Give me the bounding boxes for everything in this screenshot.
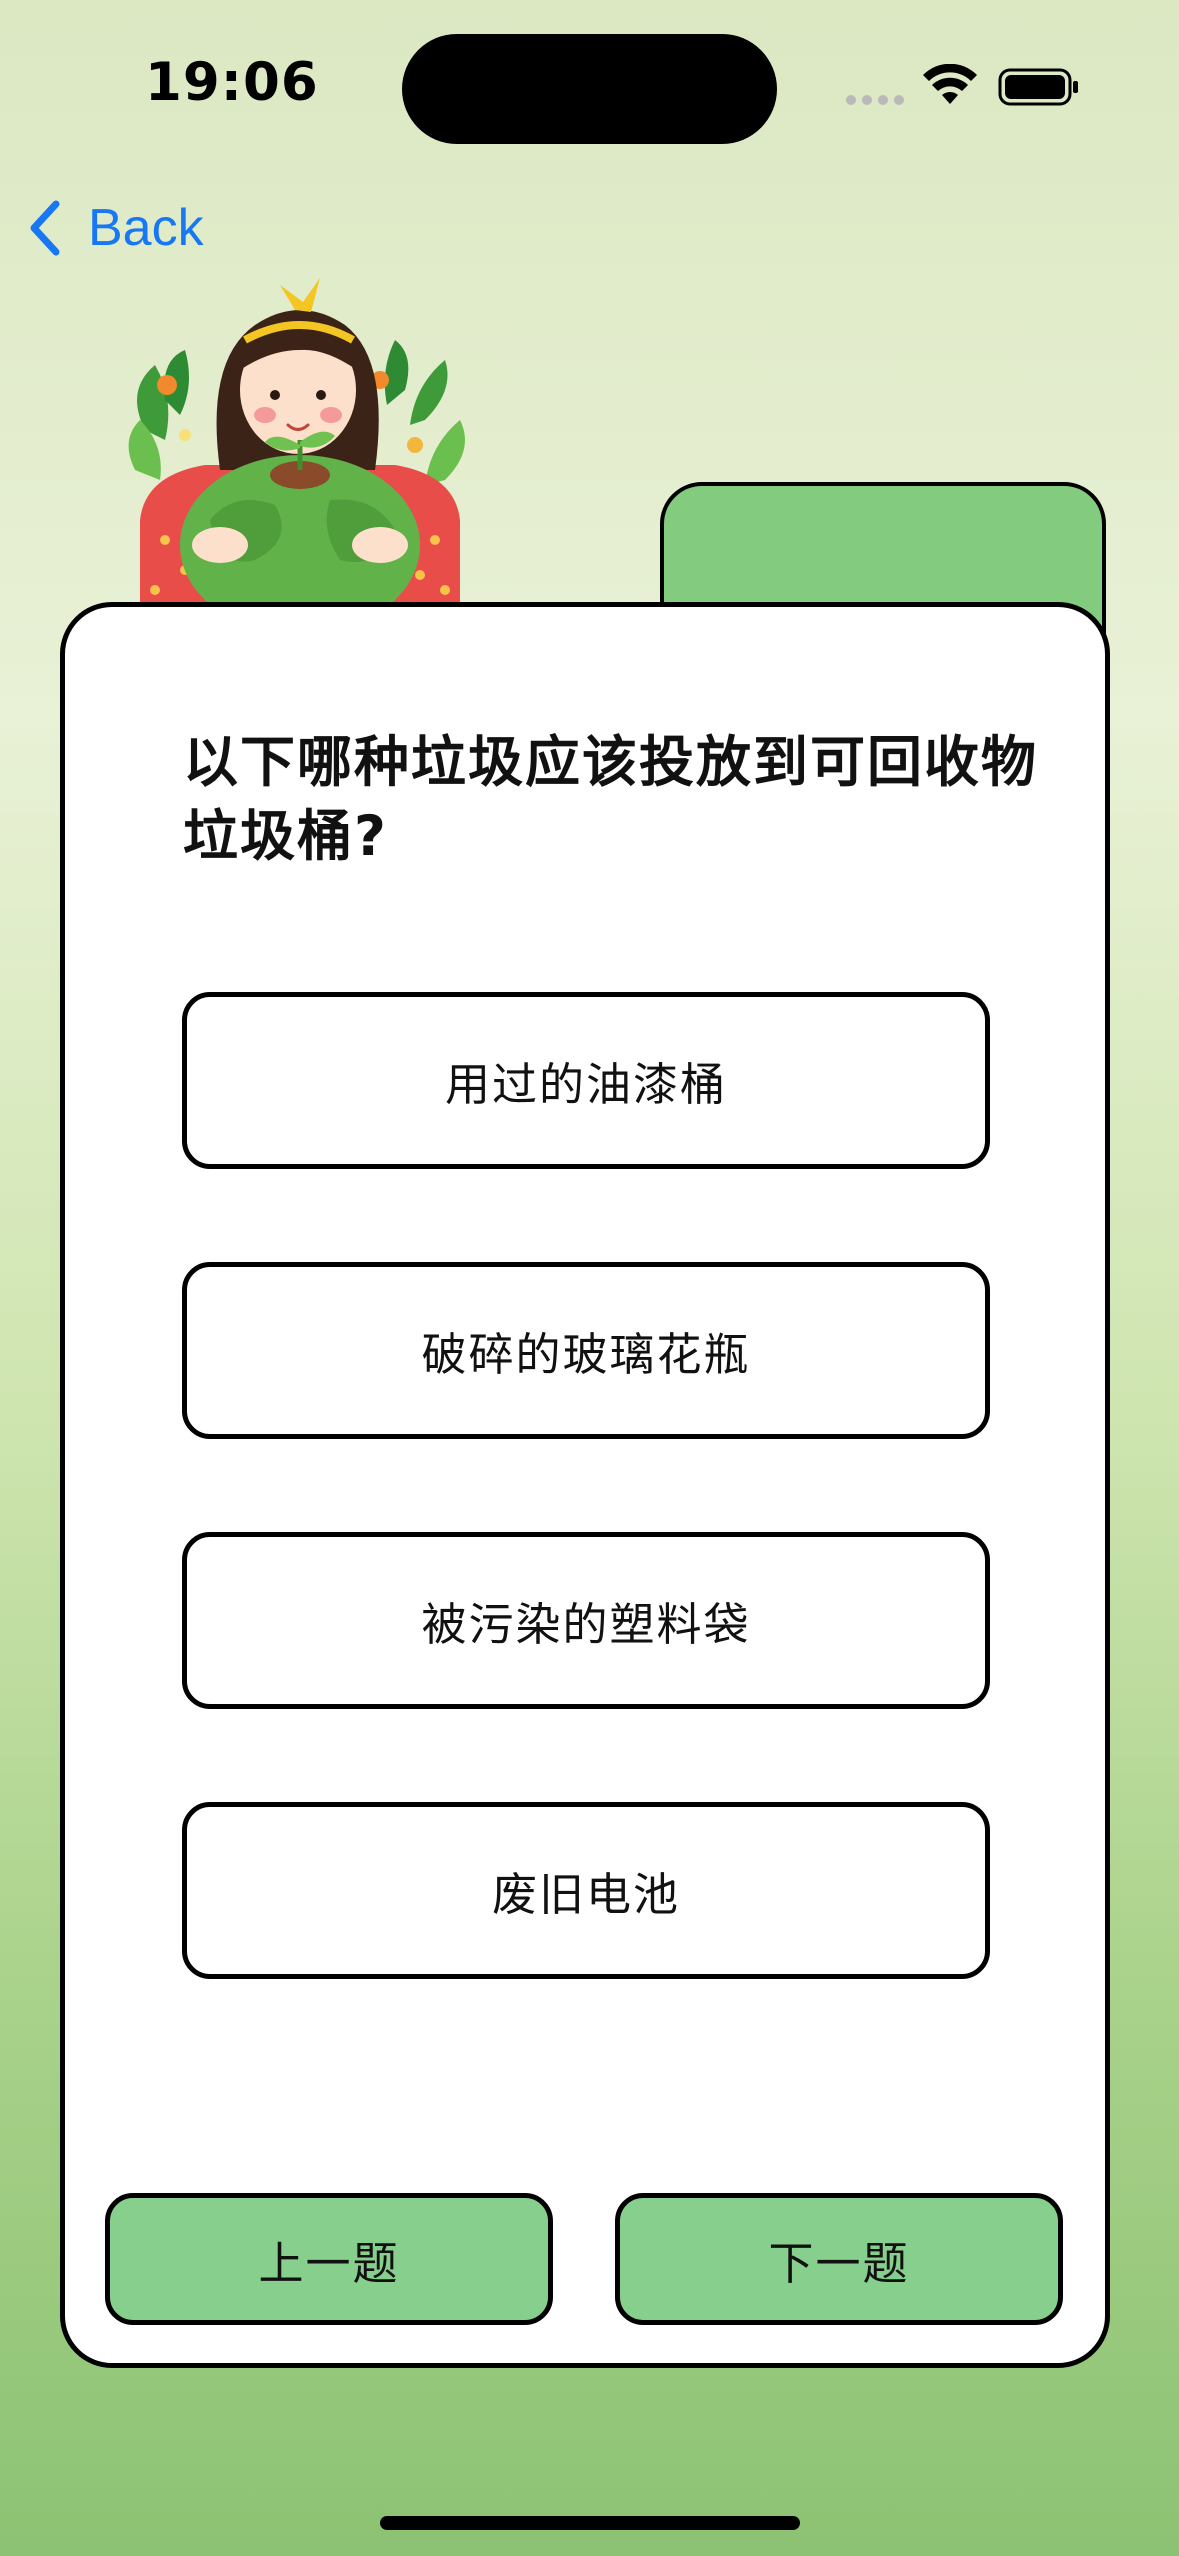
status-time: 19:06 [145, 52, 319, 113]
option-button-2[interactable]: 破碎的玻璃花瓶 [182, 1262, 990, 1439]
option-button-4[interactable]: 废旧电池 [182, 1802, 990, 1979]
option-button-1[interactable]: 用过的油漆桶 [182, 992, 990, 1169]
next-question-button[interactable]: 下一题 [615, 2193, 1063, 2325]
status-bar: 19:06 [0, 0, 1179, 170]
battery-icon [998, 68, 1078, 106]
wifi-icon [923, 64, 977, 104]
back-label: Back [88, 199, 204, 257]
chevron-left-icon [30, 200, 60, 256]
option-button-3[interactable]: 被污染的塑料袋 [182, 1532, 990, 1709]
dynamic-island [402, 34, 777, 144]
cellular-signal-icon [846, 95, 904, 105]
question-text: 以下哪种垃圾应该投放到可回收物垃圾桶? [183, 730, 1039, 868]
home-indicator[interactable] [380, 2516, 800, 2530]
girl-hugging-earth-illustration [128, 278, 465, 610]
previous-question-button[interactable]: 上一题 [105, 2193, 553, 2325]
back-button[interactable]: Back [24, 192, 204, 264]
quiz-card: 以下哪种垃圾应该投放到可回收物垃圾桶? 用过的油漆桶 破碎的玻璃花瓶 被污染的塑… [60, 602, 1110, 2368]
